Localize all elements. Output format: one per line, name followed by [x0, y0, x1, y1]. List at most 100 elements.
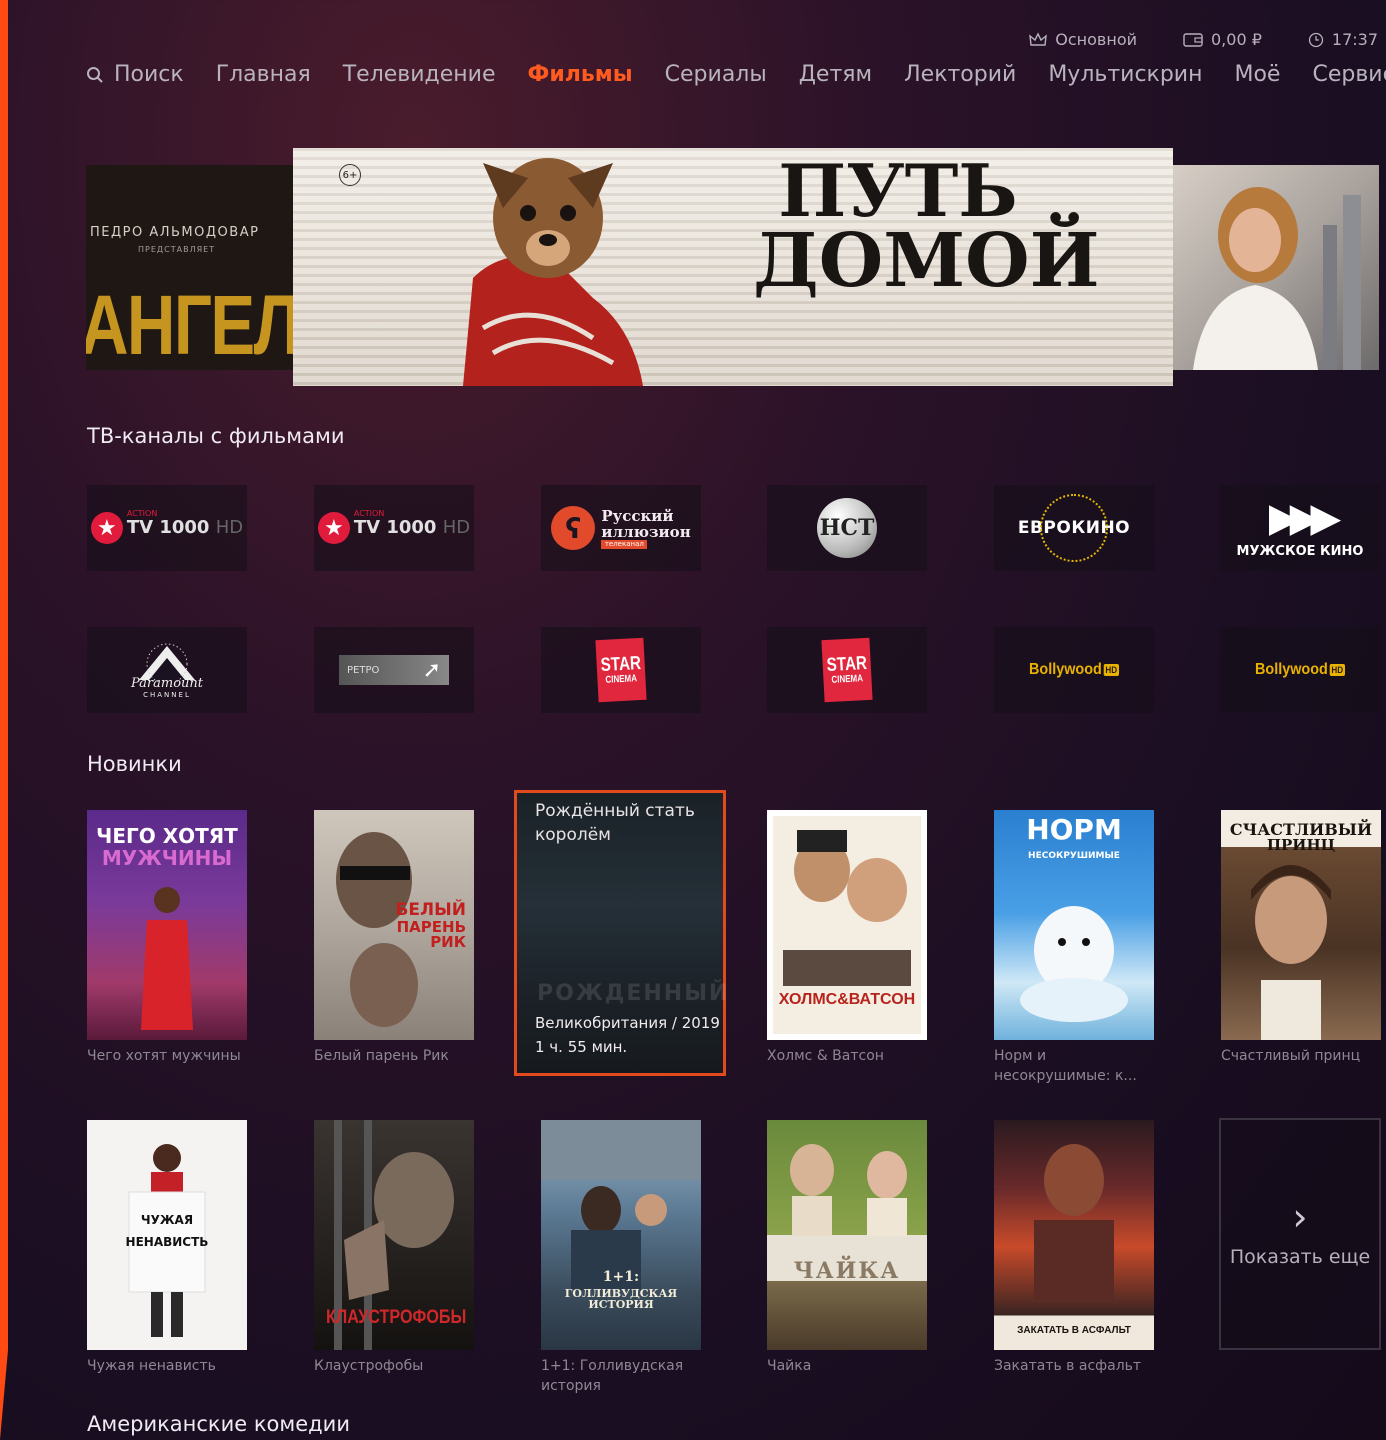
evrokino-logo: ЕВРОКИНО [1018, 494, 1130, 562]
nav-multiscreen[interactable]: Мультискрин [1048, 62, 1202, 87]
movie-caption: Холмс & Ватсон [767, 1048, 884, 1064]
movie-caption: Белый парень Рик [314, 1048, 449, 1064]
poster-title-l1: КЛАУСТРОФОБЫ [326, 1307, 467, 1328]
poster-title-l1: ХОЛМС&ВАТСОН [778, 991, 916, 1008]
poster-title-l1: ЧУЖАЯ [140, 1213, 194, 1227]
channel-tile[interactable]: НСТ [767, 485, 927, 571]
channel-main: TV 1000 [126, 517, 210, 538]
movie-card[interactable]: БЕЛЫЙ ПАРЕНЬ РИК Белый парень Рик [314, 810, 474, 1066]
movie-caption: Чужая ненависть [87, 1358, 216, 1374]
star-icon: ★ [317, 512, 350, 544]
tv-channels-section-title: ТВ-каналы с фильмами [87, 424, 345, 448]
movie-caption: Чего хотят мужчины [87, 1048, 241, 1064]
star-cinema-logo: STAR CINEMA [595, 637, 647, 703]
profile-status[interactable]: Основной [1029, 30, 1137, 49]
movie-card[interactable]: 1+1: ГОЛЛИВУДСКАЯ ИСТОРИЯ 1+1: Голливудс… [541, 1120, 701, 1396]
poster-title-l1: ЧАЙКА [793, 1258, 901, 1284]
channel-tile[interactable]: ▶▶▶ МУЖСКОЕ КИНО [1220, 485, 1380, 571]
poster-figures-art [1034, 1144, 1114, 1300]
paramount-logo: Paramount CHANNEL [131, 642, 203, 699]
nav-search-label: Поиск [114, 62, 184, 87]
new-releases-section-title: Новинки [87, 752, 182, 776]
movie-card[interactable]: ЧУЖАЯ НЕНАВИСТЬ Чужая ненависть [87, 1120, 247, 1376]
channel-tag: телеканал [601, 539, 648, 549]
movie-poster: ЗАКАТАТЬ В АСФАЛЬТ [994, 1120, 1154, 1350]
star-icon: ★ [90, 512, 123, 544]
channel-tile[interactable]: STAR CINEMA [767, 627, 927, 713]
channel-tile[interactable]: Bollywood HD [1220, 627, 1380, 713]
nav-service[interactable]: Сервис [1312, 62, 1386, 87]
movie-card[interactable]: ХОЛМС&ВАТСОН Холмс & Ватсон [767, 810, 927, 1066]
channel-pre: ACTION [126, 509, 158, 518]
tv1000-logo: ★ ACTION TV 1000 HD [317, 509, 471, 544]
poster-figure-art [141, 887, 193, 1030]
poster-face-art [1251, 865, 1331, 1040]
channel-text: Bollywood [1255, 661, 1328, 678]
nav-kids[interactable]: Детям [799, 62, 872, 87]
retro-logo: РЕТРО ➚ [339, 655, 449, 685]
nav-tv[interactable]: Телевидение [343, 62, 496, 87]
hero-prev-title: АНГЕЛ [86, 278, 296, 370]
star-cinema-logo: STAR CINEMA [821, 637, 873, 703]
channel-pre: ACTION [353, 509, 385, 518]
show-more-button[interactable]: › Показать еще [1219, 1118, 1381, 1350]
movie-card[interactable]: ЧАЙКА Чайка [767, 1120, 927, 1376]
hero-slide-current[interactable]: 6+ ПУТЬ ДОМОЙ [293, 148, 1173, 386]
hero-puppy-art [463, 158, 643, 386]
movie-caption: Закатать в асфальт [994, 1358, 1142, 1374]
american-comedies-section-title: Американские комедии [87, 1412, 350, 1436]
movie-card[interactable]: КЛАУСТРОФОБЫ Клаустрофобы [314, 1120, 474, 1376]
movie-caption: Норм и несокрушимые: к... [994, 1048, 1137, 1084]
movie-card[interactable]: СЧАСТЛИВЫЙ ПРИНЦ Счастливый принц [1221, 810, 1381, 1066]
hero-title: ПУТЬ ДОМОЙ [753, 155, 1100, 299]
channel-tile[interactable]: ★ ACTION TV 1000 HD [87, 485, 247, 571]
nav-series[interactable]: Сериалы [665, 62, 767, 87]
channel-tile[interactable]: ЕВРОКИНО [994, 485, 1154, 571]
balance-status[interactable]: 0,00 ₽ [1183, 30, 1262, 49]
focused-movie-card[interactable]: Рождённый стать королём РОЖДЕННЫЙ Велико… [514, 790, 727, 1076]
movie-caption: Клаустрофобы [314, 1358, 424, 1374]
poster-title-l2: НЕНАВИСТЬ [125, 1235, 209, 1249]
hero-next-art [1193, 187, 1361, 370]
channel-suffix: HD [215, 517, 244, 538]
tv1000-logo: ★ ACTION TV 1000 HD [90, 509, 244, 544]
poster-title-l2: ГОЛЛИВУДСКАЯ ИСТОРИЯ [564, 1287, 678, 1311]
channel-tile[interactable]: Paramount CHANNEL [87, 627, 247, 713]
poster-title-l1: НОРМ [1026, 813, 1122, 846]
movie-card[interactable]: НОРМ НЕСОКРУШИМЫЕ Норм и несокрушимые: к… [994, 810, 1154, 1086]
nav-home[interactable]: Главная [216, 62, 311, 87]
poster-title-l2: ПРИНЦ [1266, 836, 1336, 854]
movie-poster: ЧУЖАЯ НЕНАВИСТЬ [87, 1120, 247, 1350]
channel-sub: CHANNEL [143, 690, 191, 699]
clock-time: 17:37 [1331, 30, 1378, 49]
channel-tile[interactable]: РЕТРО ➚ [314, 627, 474, 713]
nav-movies[interactable]: Фильмы [528, 62, 633, 87]
hero-slide-next[interactable] [1173, 165, 1379, 370]
nav-mine[interactable]: Моё [1234, 62, 1280, 87]
channel-script: Paramount [130, 675, 203, 691]
profile-label: Основной [1055, 30, 1137, 49]
movie-caption: 1+1: Голливудская история [541, 1358, 684, 1394]
channel-tile[interactable]: Bollywood HD [994, 627, 1154, 713]
poster-figures-art [541, 1120, 701, 1290]
clock-icon [1308, 32, 1324, 48]
focused-movie-country-year: Великобритания / 2019 [535, 1014, 720, 1032]
poster-title-l2: ПАРЕНЬ РИК [396, 918, 466, 951]
hero-slide-prev[interactable]: ПЕДРО АЛЬМОДОВАР ПРЕДСТАВЛЯЕТ АНГЕЛ [86, 165, 296, 370]
age-rating-badge: 6+ [339, 164, 361, 186]
movie-card[interactable]: ЧЕГО ХОТЯТ МУЖЧИНЫ Чего хотят мужчины [87, 810, 247, 1066]
chevron-right-icon: › [1292, 1195, 1308, 1239]
channel-l1: STAR [600, 652, 642, 677]
movie-card[interactable]: ЗАКАТАТЬ В АСФАЛЬТ Закатать в асфальт [994, 1120, 1154, 1376]
channel-suffix: HD [442, 517, 471, 538]
channel-hd: HD [1329, 664, 1345, 676]
nav-lectures[interactable]: Лекторий [904, 62, 1016, 87]
channel-l2: CINEMA [831, 673, 864, 686]
channel-text: МУЖСКОЕ КИНО [1236, 543, 1364, 559]
channel-main: TV 1000 [353, 517, 437, 538]
nav-search[interactable]: Поиск [86, 62, 184, 87]
channel-tile[interactable]: STAR CINEMA [541, 627, 701, 713]
channel-tile[interactable]: ★ ACTION TV 1000 HD [314, 485, 474, 571]
movie-poster: ХОЛМС&ВАТСОН [767, 810, 927, 1040]
channel-tile[interactable]: ʕ Русский иллюзион телеканал [541, 485, 701, 571]
